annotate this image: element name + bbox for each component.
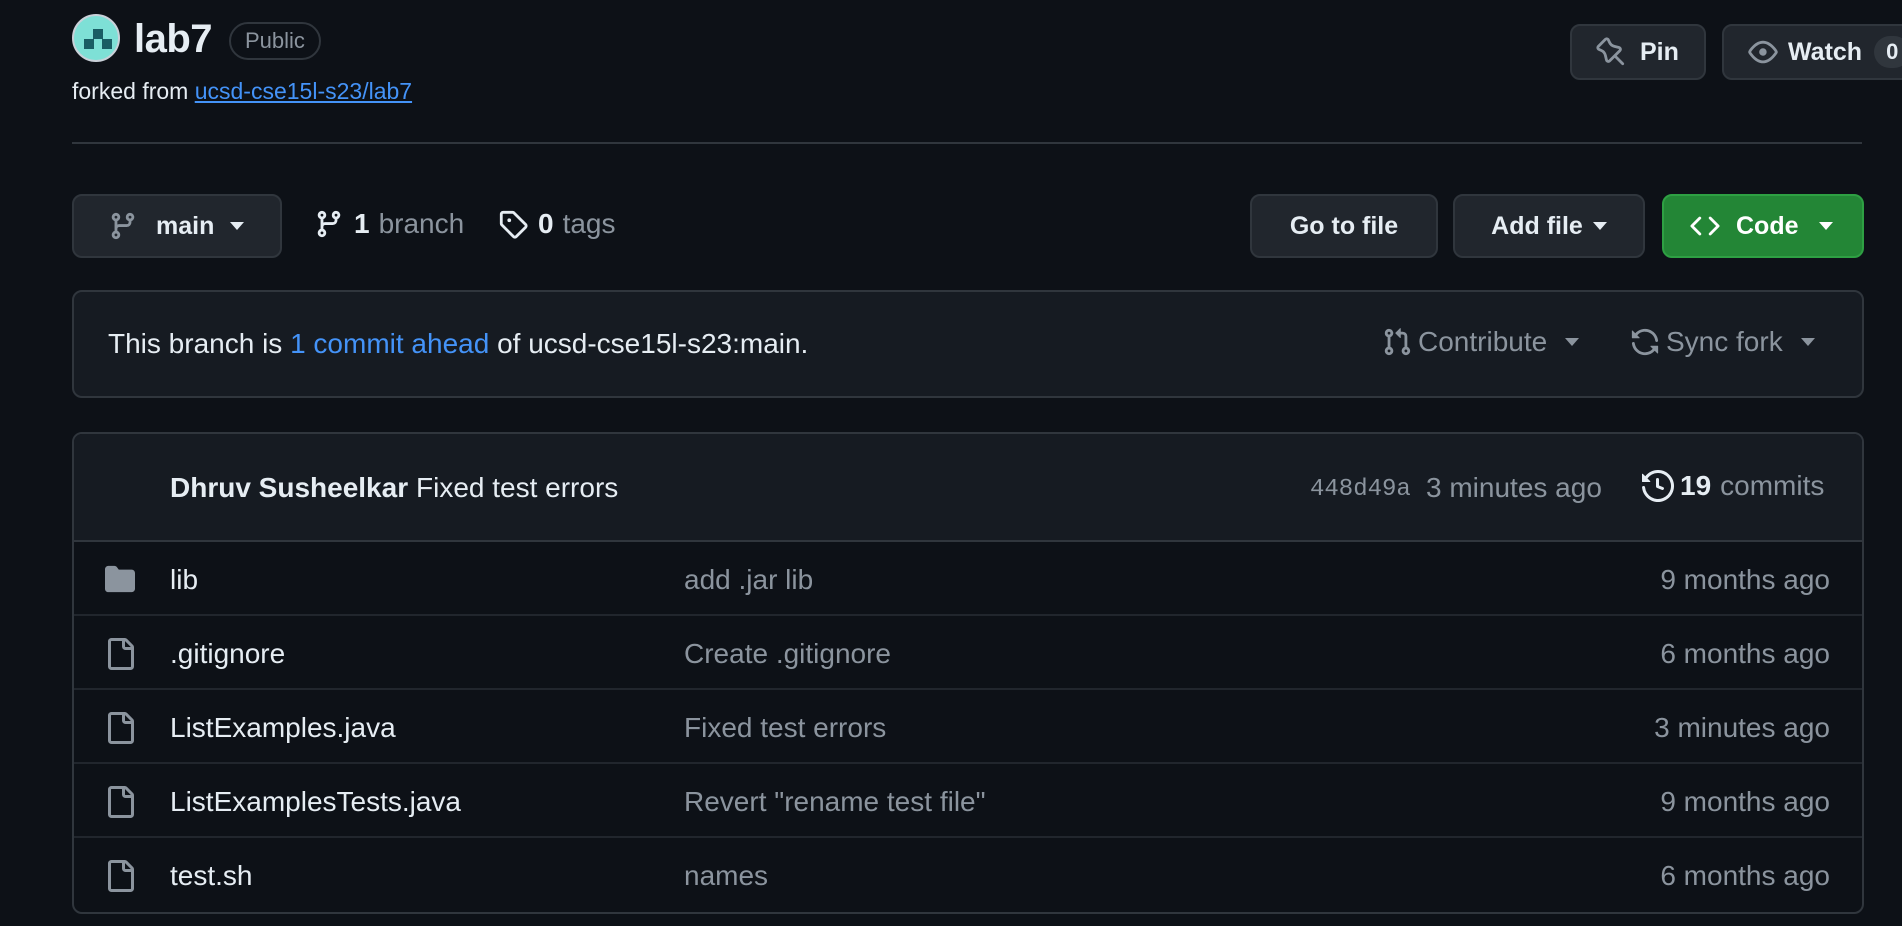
owner-avatar[interactable]: [72, 14, 120, 62]
repo-title[interactable]: lab7: [134, 17, 213, 62]
branch-name: main: [156, 211, 215, 240]
file-age: 3 minutes ago: [1654, 712, 1830, 743]
sync-icon: [1631, 328, 1659, 356]
pin-label: Pin: [1640, 37, 1679, 66]
git-branch-icon: [317, 210, 341, 238]
contribute-label: Contribute: [1418, 326, 1548, 357]
file-icon: [108, 786, 134, 818]
git-branch-icon: [111, 212, 135, 240]
file-name[interactable]: .gitignore: [170, 638, 285, 670]
file-name[interactable]: lib: [170, 564, 198, 596]
file-age: 9 months ago: [1660, 786, 1830, 817]
file-age: 6 months ago: [1660, 638, 1830, 669]
chevron-down-icon: [1800, 338, 1815, 346]
commit-message[interactable]: Fixed test errors: [416, 472, 618, 504]
chevron-down-icon: [1565, 338, 1580, 346]
visibility-badge: Public: [229, 22, 321, 60]
sync-fork-label: Sync fork: [1666, 326, 1783, 357]
file-commit-message[interactable]: names: [684, 860, 768, 892]
file-commit-message[interactable]: Create .gitignore: [684, 638, 891, 670]
pin-icon: [1596, 37, 1625, 66]
code-button[interactable]: Code: [1662, 194, 1864, 258]
tags-link[interactable]: 0 tags: [498, 208, 616, 240]
folder-icon: [105, 565, 135, 593]
file-icon: [108, 638, 134, 670]
branch-selector[interactable]: main: [72, 194, 282, 258]
file-age: 9 months ago: [1660, 564, 1830, 595]
forked-from-link[interactable]: ucsd-cse15l-s23/lab7: [195, 78, 412, 104]
file-icon: [108, 860, 134, 892]
watch-label: Watch: [1788, 37, 1863, 66]
history-icon: [1642, 470, 1674, 502]
pull-request-icon: [1384, 328, 1411, 356]
file-row[interactable]: ListExamples.java Fixed test errors 3 mi…: [74, 690, 1862, 764]
watch-button[interactable]: Watch 0: [1722, 24, 1902, 80]
code-label: Code: [1736, 211, 1799, 240]
commit-sha[interactable]: 448d49a: [1310, 476, 1411, 503]
tag-icon: [499, 210, 528, 239]
forked-from-label: forked from: [72, 78, 189, 104]
fork-status-prefix: This branch is: [108, 328, 283, 359]
add-file-label: Add file: [1491, 211, 1583, 240]
chevron-down-icon: [1818, 222, 1833, 230]
fork-status-message: This branch is 1 commit ahead of ucsd-cs…: [108, 328, 808, 360]
file-row[interactable]: .gitignore Create .gitignore 6 months ag…: [74, 616, 1862, 690]
repo-header: lab7 Public forked from ucsd-cse15l-s23/…: [72, 14, 1902, 144]
fork-status-suffix: of ucsd-cse15l-s23:main.: [497, 328, 809, 359]
chevron-down-icon: [230, 222, 245, 230]
contribute-button[interactable]: Contribute: [1382, 326, 1580, 358]
commits-ahead-link[interactable]: 1 commit ahead: [290, 328, 489, 359]
commit-time: 3 minutes ago: [1426, 472, 1602, 503]
file-age: 6 months ago: [1660, 860, 1830, 891]
file-name[interactable]: ListExamples.java: [170, 712, 396, 744]
branch-label: branch: [378, 208, 465, 239]
file-row[interactable]: ListExamplesTests.java Revert "rename te…: [74, 764, 1862, 838]
file-row[interactable]: test.sh names 6 months ago: [74, 838, 1862, 912]
commit-count: 19: [1680, 470, 1712, 501]
pin-button[interactable]: Pin: [1570, 24, 1706, 80]
file-name[interactable]: test.sh: [170, 860, 252, 892]
watch-count: 0: [1874, 36, 1902, 68]
file-row[interactable]: lib add .jar lib 9 months ago: [74, 542, 1862, 616]
forked-from-line: forked from ucsd-cse15l-s23/lab7: [72, 78, 412, 105]
sync-fork-button[interactable]: Sync fork: [1630, 326, 1815, 358]
add-file-button[interactable]: Add file: [1453, 194, 1645, 258]
file-name[interactable]: ListExamplesTests.java: [170, 786, 461, 818]
branches-link[interactable]: 1 branch: [314, 208, 464, 240]
chevron-down-icon: [1592, 222, 1607, 230]
commits-link[interactable]: 19 commits: [1642, 470, 1824, 502]
eye-icon: [1748, 40, 1778, 64]
file-commit-message[interactable]: Fixed test errors: [684, 712, 886, 744]
latest-commit-bar: Dhruv Susheelkar Fixed test errors 448d4…: [74, 434, 1862, 542]
code-icon: [1690, 216, 1720, 236]
go-to-file-button[interactable]: Go to file: [1250, 194, 1438, 258]
commit-count-label: commits: [1720, 470, 1825, 501]
go-to-file-label: Go to file: [1289, 211, 1399, 240]
fork-status-banner: This branch is 1 commit ahead of ucsd-cs…: [72, 290, 1864, 398]
file-browser: Dhruv Susheelkar Fixed test errors 448d4…: [72, 432, 1864, 914]
commit-author[interactable]: Dhruv Susheelkar: [170, 472, 408, 504]
file-icon: [108, 712, 134, 744]
file-commit-message[interactable]: add .jar lib: [684, 564, 813, 596]
branch-count: 1: [354, 208, 370, 239]
tag-count: 0: [538, 208, 554, 239]
tag-label: tags: [562, 208, 616, 239]
file-commit-message[interactable]: Revert "rename test file": [684, 786, 986, 818]
